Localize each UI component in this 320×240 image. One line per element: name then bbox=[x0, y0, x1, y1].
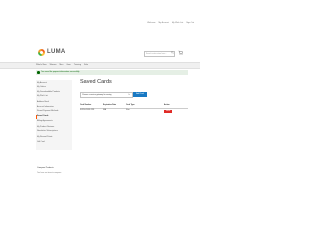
compare-products-empty-text: You have no items to compare. bbox=[37, 172, 62, 174]
nav-item-men[interactable]: Men bbox=[59, 63, 63, 67]
checkmark-icon bbox=[37, 71, 40, 74]
delete-card-button[interactable]: Delete bbox=[164, 109, 172, 113]
sidebar-item-downloadable-products[interactable]: My Downloadable Products bbox=[37, 91, 60, 94]
nav-item-gear[interactable]: Gear bbox=[66, 63, 70, 67]
payment-gateway-select[interactable]: Choose a service gateway for saving bbox=[80, 92, 133, 98]
compare-products-title: Compare Products bbox=[37, 167, 54, 169]
expiration-date-cell: N/A bbox=[103, 109, 106, 111]
nav-item-women[interactable]: Women bbox=[50, 63, 57, 67]
sidebar-item-address-book[interactable]: Address Book bbox=[37, 101, 49, 104]
sidebar-item-product-reviews[interactable]: My Product Reviews bbox=[37, 126, 54, 129]
top-link-signout[interactable]: Sign Out bbox=[186, 22, 194, 24]
sidebar-item-wish-list[interactable]: My Wish List bbox=[37, 95, 48, 98]
cart-icon[interactable] bbox=[178, 50, 183, 55]
nav-item-sale[interactable]: Sale bbox=[84, 63, 88, 67]
sidebar-item-saved-cards[interactable]: Saved Cards bbox=[37, 115, 48, 118]
sidebar-item-my-orders[interactable]: My Orders bbox=[37, 86, 46, 89]
sidebar-item-my-account[interactable]: My Account bbox=[37, 82, 47, 85]
chevron-down-icon[interactable] bbox=[128, 93, 131, 95]
nav-item-training[interactable]: Training bbox=[74, 63, 81, 67]
navigation-items: What's New Women Men Gear Training Sale bbox=[36, 63, 88, 67]
success-message-text: You saved the payment information succes… bbox=[41, 71, 80, 73]
search-icon[interactable] bbox=[171, 51, 174, 54]
sidebar-item-reward-points[interactable]: My Reward Points bbox=[37, 136, 52, 139]
card-number-cell: XXXX-XXXX-1111 bbox=[80, 109, 95, 111]
header-top-links: Welcome My Account My Wish List Sign Out bbox=[147, 22, 194, 24]
sidebar-item-newsletter-subscriptions[interactable]: Newsletter Subscriptions bbox=[37, 130, 58, 133]
card-type-cell: Visa bbox=[126, 109, 130, 111]
logo-text[interactable]: LUMA bbox=[47, 49, 66, 56]
logo-icon[interactable] bbox=[38, 49, 45, 56]
navigation-bar bbox=[0, 62, 200, 69]
sidebar-item-billing-agreements[interactable]: Billing Agreements bbox=[37, 120, 53, 123]
add-card-button[interactable]: Add Card bbox=[133, 92, 147, 97]
top-link-welcome: Welcome bbox=[147, 22, 156, 24]
top-link-account[interactable]: My Account bbox=[159, 22, 169, 24]
nav-item-whats-new[interactable]: What's New bbox=[36, 63, 47, 67]
sidebar-item-gift-card[interactable]: Gift Card bbox=[37, 141, 45, 144]
page-title: Saved Cards bbox=[80, 79, 112, 85]
sidebar-item-account-information[interactable]: Account Information bbox=[37, 106, 54, 109]
top-link-wishlist[interactable]: My Wish List bbox=[172, 22, 183, 24]
sidebar-item-stored-payment-methods[interactable]: Stored Payment Methods bbox=[37, 110, 58, 113]
